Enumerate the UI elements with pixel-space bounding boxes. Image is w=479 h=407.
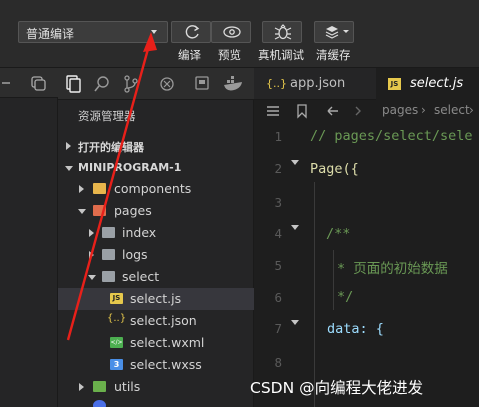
search-icon	[94, 76, 109, 92]
tree-item-utils[interactable]: utils	[58, 376, 254, 398]
js-file-icon: JS	[110, 293, 123, 304]
arrow-right-icon	[355, 106, 361, 116]
folder-icon	[93, 381, 106, 392]
top-toolbar: 普通编译 编译 预览 真机调试 清缓存	[0, 0, 479, 68]
folder-icon	[93, 183, 106, 194]
indent-guide	[314, 182, 315, 407]
simulator-header	[0, 68, 58, 98]
compile-mode-select[interactable]: 普通编译	[18, 21, 168, 43]
wxss-file-icon: 3	[110, 359, 123, 370]
clear-cache-label: 清缓存	[316, 48, 351, 62]
clear-cache-button[interactable]	[314, 21, 354, 43]
chevron-down-icon	[78, 209, 86, 214]
js-file-icon: JS	[388, 78, 401, 90]
chevron-down-icon	[88, 275, 96, 280]
tree-item-components[interactable]: components	[58, 178, 254, 200]
layers-icon	[325, 26, 349, 39]
indent-guide	[333, 250, 334, 310]
fold-chevron-icon[interactable]	[291, 160, 299, 165]
tree-item-select-json[interactable]: {..} select.json	[58, 310, 254, 332]
folder-icon	[102, 249, 115, 260]
docker-icon	[224, 76, 242, 91]
tree-item-partial	[58, 398, 254, 407]
chevron-down-icon	[65, 166, 73, 171]
refresh-icon	[185, 25, 200, 39]
folder-open-icon	[102, 271, 115, 282]
tree-item-select-wxml[interactable]: </> select.wxml	[58, 332, 254, 354]
breadcrumb: pages › select ›	[254, 100, 479, 122]
line-number: 1	[274, 129, 282, 144]
watermark: CSDN @向编程大佬进发	[250, 379, 424, 397]
preview-button[interactable]	[211, 21, 251, 43]
compile-label: 编译	[178, 48, 201, 62]
open-editors-section[interactable]: 打开的编辑器	[58, 135, 254, 157]
fold-chevron-icon[interactable]	[291, 320, 299, 325]
tree-item-logs[interactable]: logs	[58, 244, 254, 266]
bug-icon	[274, 24, 292, 40]
open-editors-label: 打开的编辑器	[78, 141, 144, 154]
folder-open-icon	[93, 205, 106, 216]
line-number: 8	[274, 355, 282, 370]
code-line-page-call: Page({	[310, 161, 359, 177]
tree-item-select-wxss[interactable]: 3 select.wxss	[58, 354, 254, 376]
editor-tabbar: {..} app.json JS select.js	[254, 68, 479, 100]
line-number: 3	[274, 195, 282, 210]
simulator-panel	[0, 68, 58, 407]
fold-chevron-icon[interactable]	[291, 225, 299, 230]
project-section[interactable]: MINIPROGRAM-1	[58, 157, 254, 179]
wxml-file-icon: </>	[110, 337, 123, 348]
explorer-title: 资源管理器	[78, 109, 136, 123]
project-label: MINIPROGRAM-1	[78, 161, 182, 174]
tab-label: app.json	[290, 76, 346, 91]
list-icon	[267, 106, 279, 116]
line-number: 2	[274, 161, 282, 176]
debug-icon	[160, 77, 174, 91]
bookmark-icon	[297, 104, 307, 119]
code-line-jsdoc-body: * 页面的初始数据	[337, 261, 448, 277]
code-line-data: data: {	[327, 321, 384, 337]
code-line-jsdoc-close: */	[337, 289, 354, 305]
tab-label: select.js	[410, 76, 464, 91]
breadcrumb-separator: ›	[469, 103, 474, 117]
file-icon	[93, 400, 106, 407]
line-number: 7	[274, 321, 282, 336]
compile-button[interactable]	[171, 21, 211, 43]
chevron-right-icon	[79, 185, 84, 193]
compile-mode-label: 普通编译	[26, 27, 75, 41]
extensions-icon	[195, 76, 209, 90]
json-file-icon: {..}	[107, 313, 127, 324]
code-line-jsdoc-open: /**	[326, 226, 351, 242]
tree-item-index[interactable]: index	[58, 222, 254, 244]
chevron-right-icon	[79, 383, 84, 391]
files-icon	[66, 75, 81, 93]
chevron-down-icon	[151, 30, 157, 34]
remote-debug-label: 真机调试	[258, 48, 304, 62]
code-line-comment: // pages/select/sele	[310, 128, 473, 144]
tree-item-select[interactable]: select	[58, 266, 254, 288]
line-number: 5	[274, 258, 282, 273]
breadcrumb-item[interactable]: pages	[382, 103, 418, 117]
chevron-right-icon	[66, 142, 71, 150]
preview-label: 预览	[218, 48, 241, 62]
remote-debug-button[interactable]	[262, 21, 302, 43]
chevron-right-icon	[89, 229, 94, 237]
tab-select-js[interactable]: JS select.js	[376, 68, 479, 100]
tab-app-json[interactable]: {..} app.json	[254, 68, 374, 100]
arrow-left-icon	[327, 106, 338, 116]
folder-icon	[102, 227, 115, 238]
breadcrumb-item[interactable]: select	[434, 103, 470, 117]
eye-icon	[223, 26, 241, 38]
chevron-right-icon	[89, 251, 94, 259]
tree-item-pages[interactable]: pages	[58, 200, 254, 222]
line-number: 4	[274, 226, 282, 241]
explorer-toolbar	[58, 68, 254, 100]
breadcrumb-separator: ›	[421, 103, 426, 117]
tree-item-select-js[interactable]: JS select.js	[58, 288, 254, 310]
json-file-icon: {..}	[266, 77, 287, 90]
line-number: 6	[274, 290, 282, 305]
source-control-icon	[124, 75, 138, 93]
